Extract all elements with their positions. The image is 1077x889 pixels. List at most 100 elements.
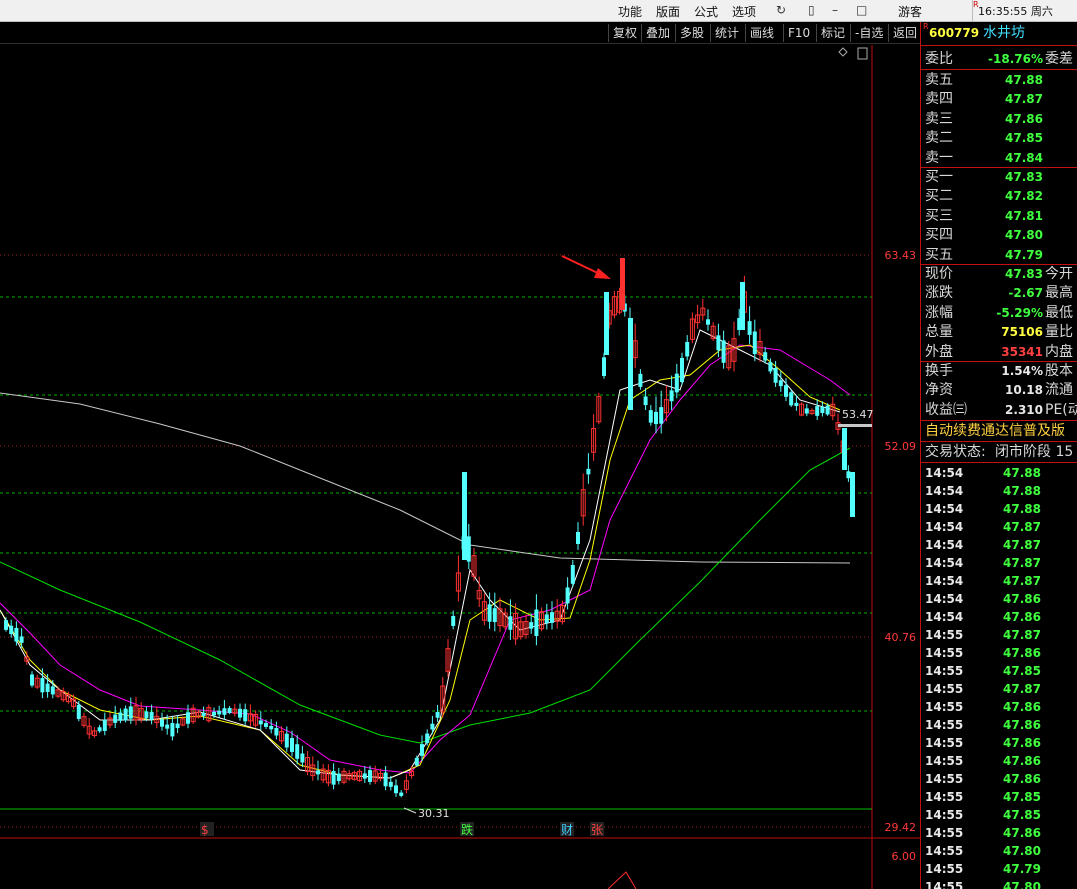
tick-price: 47.87 (1003, 538, 1041, 552)
tick-row[interactable]: 14:54 47.86 (921, 590, 1077, 608)
ask-row[interactable]: 卖二 47.85 (921, 129, 1077, 148)
bid-price: 47.82 (1005, 189, 1043, 204)
ad-banner[interactable]: 自动续费通达信普及版 (921, 422, 1077, 441)
quote-label: 外盘 (925, 343, 953, 360)
candle-down (752, 331, 757, 355)
toolbar-stats-button[interactable]: 统计 (710, 24, 739, 42)
tick-row[interactable]: 14:55 47.85 (921, 662, 1077, 680)
tick-row[interactable]: 14:54 47.86 (921, 608, 1077, 626)
tick-price: 47.87 (1003, 628, 1041, 642)
quote-value: 35341 (1001, 344, 1043, 359)
toolbar-multi-stock-button[interactable]: 多股 (675, 24, 704, 42)
tick-time: 14:55 (925, 700, 964, 714)
kline-chart[interactable]: 63.43 52.09 40.76 29.42 6.00 53.47 30.31 $ 跌 财 张 (0, 45, 920, 889)
stat-row: 净资 10.18 流通 (921, 381, 1077, 400)
quote-value: -2.67 (1008, 286, 1043, 301)
tick-row[interactable]: 14:54 47.87 (921, 518, 1077, 536)
bid-row[interactable]: 买一 47.83 (921, 168, 1077, 187)
candle-down (14, 627, 19, 642)
weibi-value: -18.76% (988, 52, 1043, 66)
tick-row[interactable]: 14:55 47.79 (921, 860, 1077, 878)
menu-function[interactable]: 功能 (618, 3, 642, 20)
candle-down (331, 771, 336, 785)
candle-down (659, 407, 664, 424)
candle-down (586, 468, 591, 475)
phone-icon[interactable]: ▯ (808, 3, 815, 17)
candle-down (466, 536, 471, 562)
tick-row[interactable]: 14:54 47.87 (921, 554, 1077, 572)
candle-down (638, 373, 643, 387)
toolbar-overlay-button[interactable]: 叠加 (641, 24, 670, 42)
top-menu-bar: 功能 版面 公式 选项 ↻ ▯ – □ 游客 R 16:35:55 周六 (0, 0, 1077, 22)
tick-row[interactable]: 14:55 47.85 (921, 806, 1077, 824)
ma60-line (0, 447, 851, 744)
guest-login[interactable]: 游客 (898, 3, 922, 20)
tick-row[interactable]: 14:55 47.87 (921, 680, 1077, 698)
toolbar-f10-button[interactable]: F10 (783, 24, 810, 42)
tick-row[interactable]: 14:55 47.86 (921, 716, 1077, 734)
ask-row[interactable]: 卖五 47.88 (921, 71, 1077, 90)
candle-down (9, 625, 14, 635)
candle-down (300, 753, 305, 763)
candle-down (30, 674, 34, 686)
tick-time: 14:55 (925, 682, 964, 696)
tick-row[interactable]: 14:54 47.88 (921, 500, 1077, 518)
tick-row[interactable]: 14:54 47.87 (921, 572, 1077, 590)
tick-row[interactable]: 14:55 47.80 (921, 878, 1077, 889)
tick-row[interactable]: 14:54 47.88 (921, 482, 1077, 500)
bid-row[interactable]: 买五 47.79 (921, 246, 1077, 265)
tick-row[interactable]: 14:54 47.88 (921, 464, 1077, 482)
tick-row[interactable]: 14:55 47.80 (921, 842, 1077, 860)
event-tag: 跌 (461, 822, 473, 837)
candle-down (685, 341, 690, 357)
candle-highlight (604, 292, 609, 355)
clock-box: R 16:35:55 周六 (972, 0, 1077, 22)
tick-row[interactable]: 14:55 47.85 (921, 788, 1077, 806)
restore-icon[interactable]: □ (856, 3, 867, 17)
toolbar-draw-line-button[interactable]: 画线 (745, 24, 774, 42)
candle-down (716, 335, 721, 351)
tick-price: 47.86 (1003, 754, 1041, 768)
candle-down (784, 385, 788, 397)
toolbar-mark-button[interactable]: 标记 (816, 24, 845, 42)
tick-row[interactable]: 14:55 47.86 (921, 734, 1077, 752)
ask-row[interactable]: 卖三 47.86 (921, 110, 1077, 129)
bid-row[interactable]: 买二 47.82 (921, 187, 1077, 206)
volume-axis-label: 6.00 (892, 850, 917, 863)
tick-price: 47.86 (1003, 610, 1041, 624)
candle-down (680, 357, 684, 383)
ask-row[interactable]: 卖四 47.87 (921, 90, 1077, 109)
kline-svg[interactable]: 63.43 52.09 40.76 29.42 6.00 53.47 30.31 $ 跌 财 张 (0, 45, 920, 889)
ad-text[interactable]: 自动续费通达信普及版 (925, 422, 1065, 441)
status-value: 闭市阶段 15 (995, 444, 1074, 460)
tick-row[interactable]: 14:55 47.86 (921, 644, 1077, 662)
ask-row[interactable]: 卖一 47.84 (921, 149, 1077, 168)
menu-formula[interactable]: 公式 (694, 3, 718, 20)
tick-time: 14:55 (925, 880, 964, 889)
toolbar-back-button[interactable]: 返回 (888, 24, 917, 42)
tick-row[interactable]: 14:55 47.87 (921, 626, 1077, 644)
menu-options[interactable]: 选项 (732, 3, 756, 20)
tick-row[interactable]: 14:55 47.86 (921, 770, 1077, 788)
bid-row[interactable]: 买四 47.80 (921, 226, 1077, 245)
tick-row[interactable]: 14:55 47.86 (921, 752, 1077, 770)
tick-row[interactable]: 14:55 47.86 (921, 698, 1077, 716)
tick-row[interactable]: 14:55 47.86 (921, 824, 1077, 842)
menu-layout[interactable]: 版面 (656, 3, 680, 20)
bid-row[interactable]: 买三 47.81 (921, 207, 1077, 226)
candle-down (128, 706, 133, 719)
minimize-icon[interactable]: – (832, 3, 838, 17)
candle-highlight (628, 318, 633, 410)
stat-value: 10.18 (1005, 383, 1043, 398)
tick-time: 14:54 (925, 520, 964, 534)
toolbar-remove-watchlist-button[interactable]: -自选 (850, 24, 883, 42)
toolbar-fuquan-button[interactable]: 复权 (608, 24, 637, 42)
tick-row[interactable]: 14:54 47.87 (921, 536, 1077, 554)
tick-price: 47.80 (1003, 844, 1041, 858)
candle-down (576, 532, 580, 544)
status-label: 交易状态: (925, 444, 986, 460)
candle-down (316, 770, 320, 775)
divider (921, 420, 1077, 421)
refresh-icon[interactable]: ↻ (776, 3, 786, 17)
candle-down (654, 411, 658, 425)
